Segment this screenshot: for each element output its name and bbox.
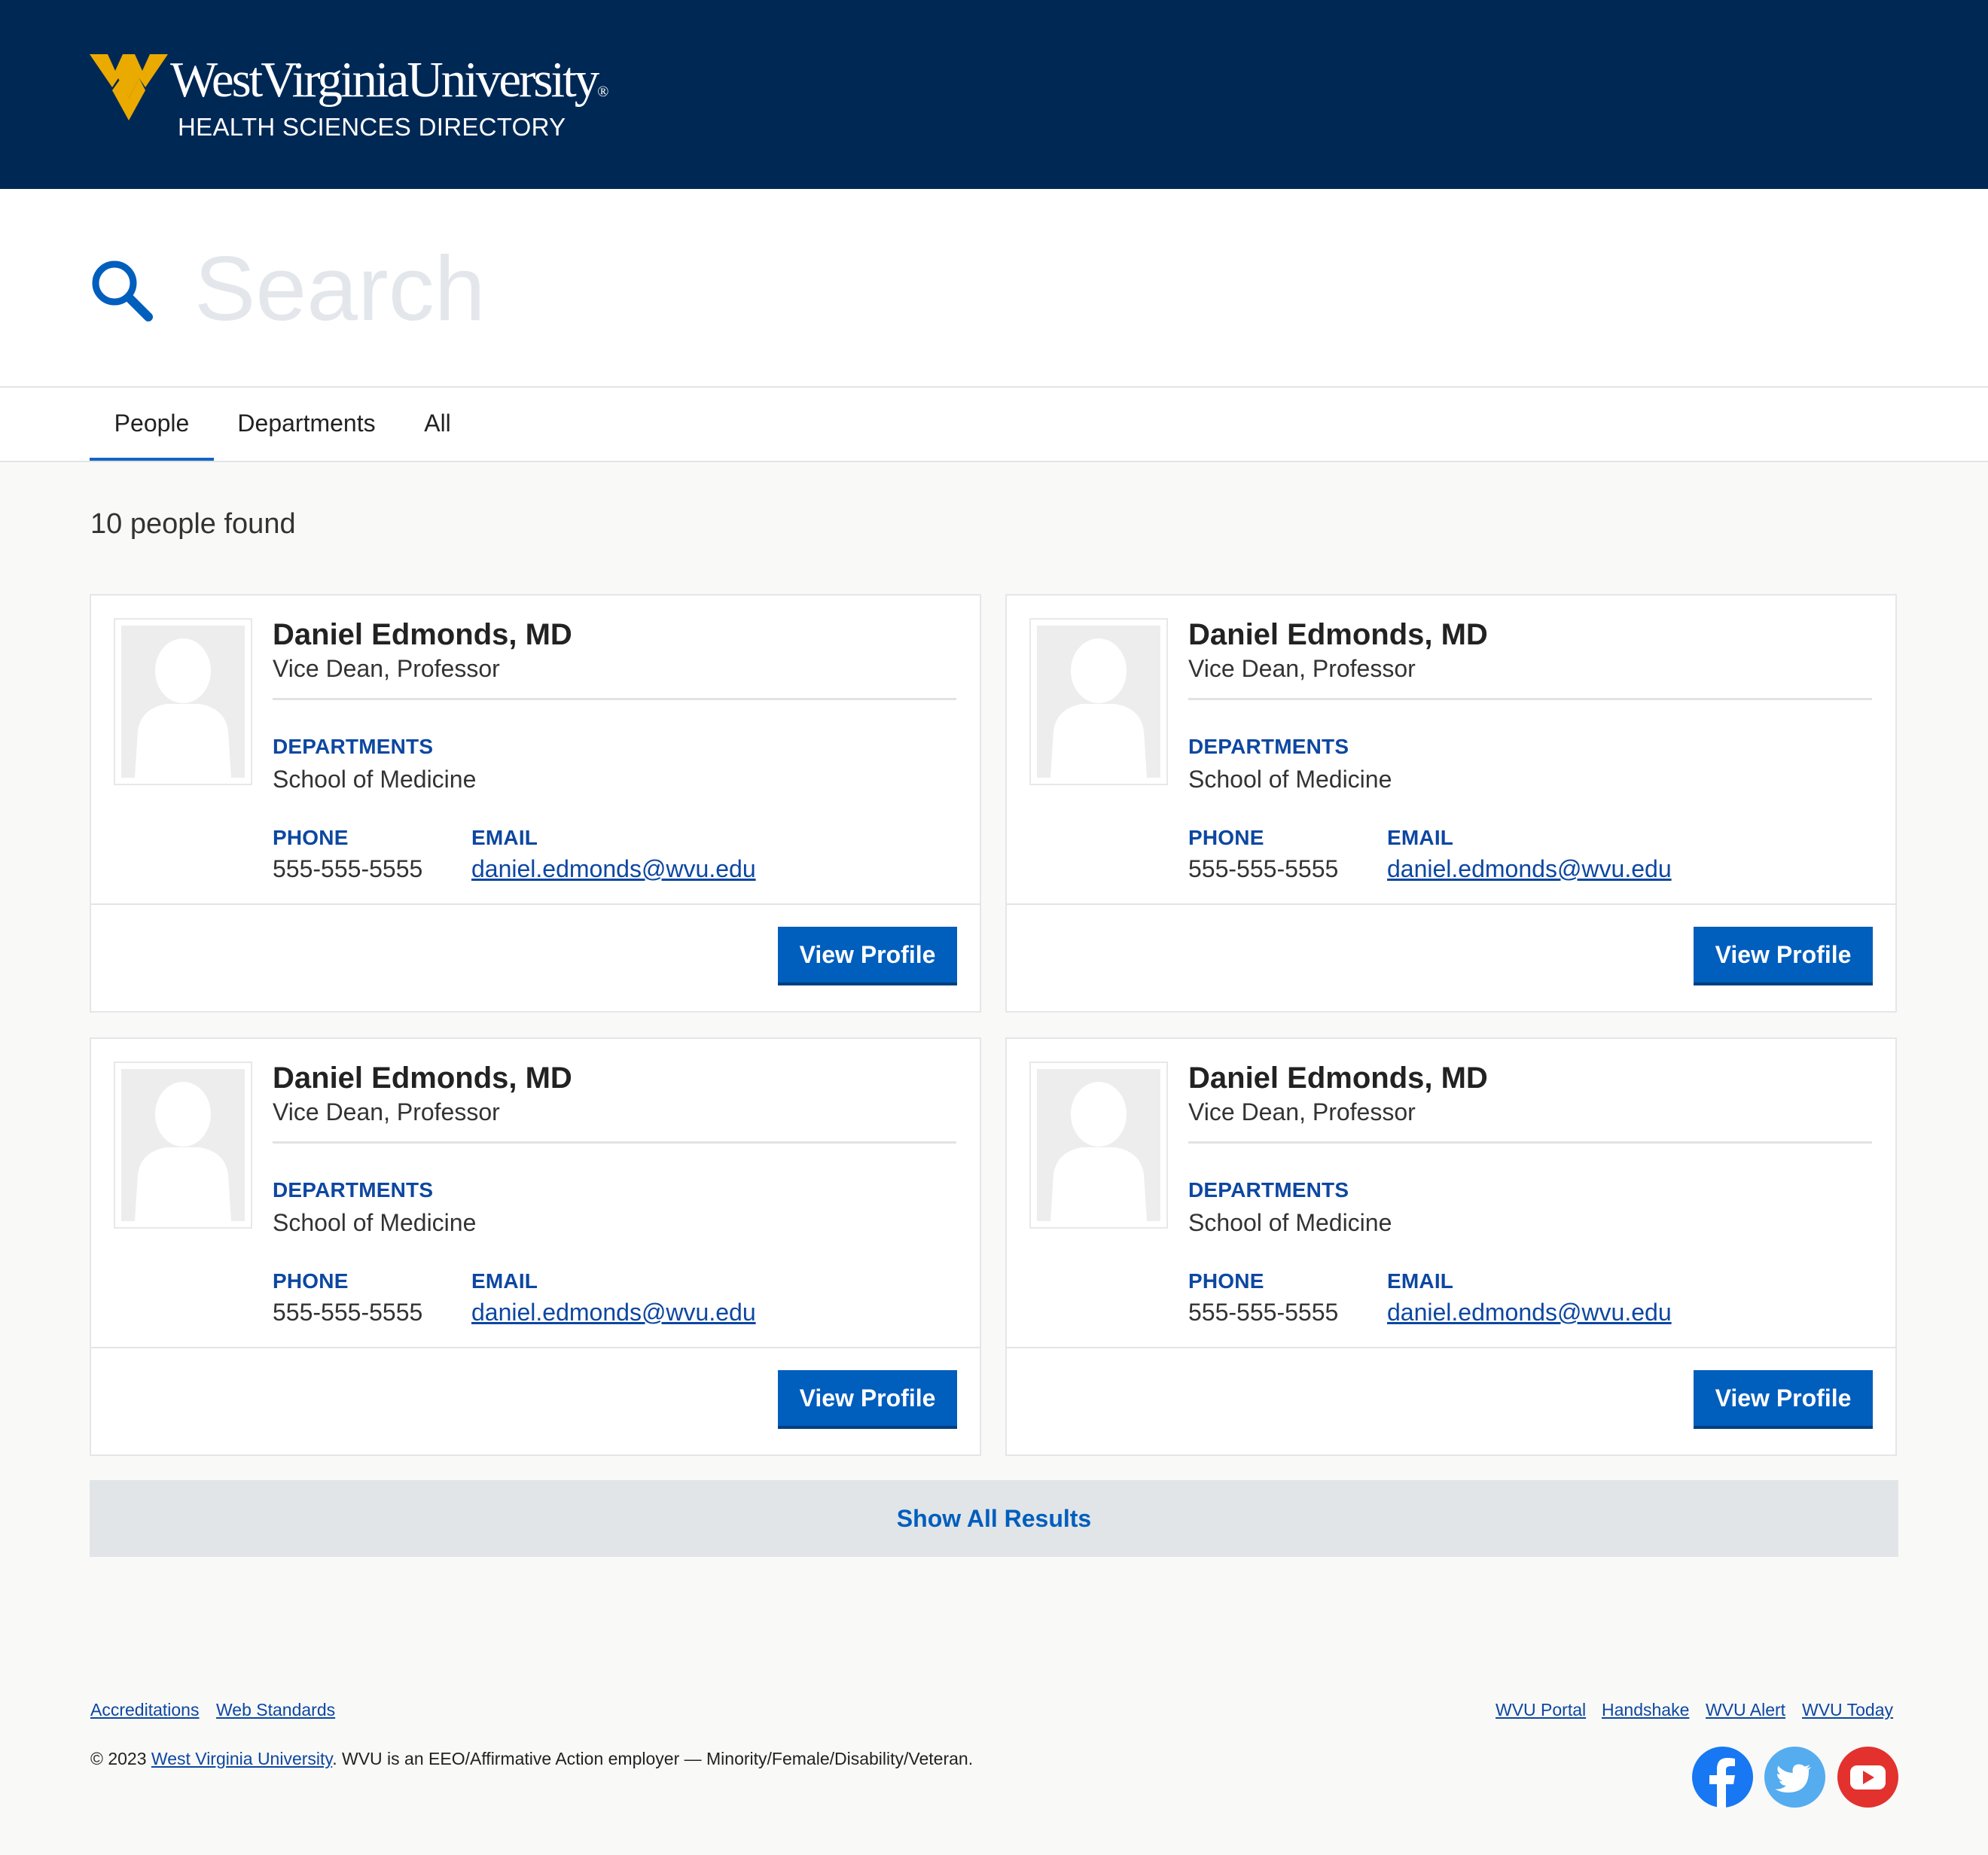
avatar-placeholder bbox=[1031, 620, 1166, 784]
view-profile-button[interactable]: View Profile bbox=[1694, 1370, 1873, 1429]
search-area bbox=[0, 189, 1988, 388]
search-input[interactable] bbox=[194, 236, 1851, 341]
department-value: School of Medicine bbox=[273, 1209, 477, 1236]
youtube-link[interactable] bbox=[1837, 1747, 1898, 1808]
departments-label: DEPARTMENTS bbox=[1188, 735, 1349, 758]
email-link[interactable]: daniel.edmonds@wvu.edu bbox=[1387, 855, 1672, 883]
person-title: Vice Dean, Professor bbox=[273, 1098, 500, 1125]
card-divider bbox=[1188, 1141, 1872, 1144]
copyright-text: © 2023 West Virginia University. WVU is … bbox=[90, 1749, 974, 1768]
avatar-placeholder bbox=[115, 1063, 251, 1227]
phone-label: PHONE bbox=[1188, 826, 1264, 849]
email-label: EMAIL bbox=[471, 826, 538, 849]
view-profile-button[interactable]: View Profile bbox=[778, 1370, 957, 1429]
email-link[interactable]: daniel.edmonds@wvu.edu bbox=[1387, 1299, 1672, 1327]
card-divider bbox=[1188, 698, 1872, 700]
footer-link-handshake[interactable]: Handshake bbox=[1602, 1700, 1689, 1720]
wvu-logo[interactable]: WestVirginiaUniversity® HEALTH SCIENCES … bbox=[90, 45, 608, 143]
person-name[interactable]: Daniel Edmonds, MD bbox=[273, 618, 572, 652]
tab-people[interactable]: People bbox=[90, 388, 214, 461]
person-silhouette-icon bbox=[1037, 1069, 1160, 1221]
footer-link-wvu-today[interactable]: WVU Today bbox=[1802, 1700, 1893, 1720]
person-silhouette-icon bbox=[121, 1069, 245, 1221]
person-title: Vice Dean, Professor bbox=[1188, 655, 1416, 682]
departments-label: DEPARTMENTS bbox=[1188, 1178, 1349, 1202]
university-wordmark: WestVirginiaUniversity® bbox=[170, 52, 609, 108]
departments-label: DEPARTMENTS bbox=[273, 735, 434, 758]
copyright-university-link[interactable]: West Virginia University bbox=[151, 1749, 332, 1768]
flying-wv-icon bbox=[90, 54, 168, 120]
twitter-icon bbox=[1764, 1747, 1825, 1808]
directory-title: HEALTH SCIENCES DIRECTORY bbox=[178, 113, 566, 141]
avatar-placeholder bbox=[1031, 1063, 1166, 1227]
footer-link-accreditations[interactable]: Accreditations bbox=[90, 1700, 199, 1720]
view-profile-button[interactable]: View Profile bbox=[1694, 927, 1873, 985]
show-all-results-button[interactable]: Show All Results bbox=[90, 1480, 1898, 1557]
card-footer-divider bbox=[91, 1347, 980, 1348]
person-title: Vice Dean, Professor bbox=[273, 655, 500, 682]
card-footer-divider bbox=[1007, 903, 1895, 905]
footer-link-wvu-alert[interactable]: WVU Alert bbox=[1706, 1700, 1785, 1720]
youtube-icon bbox=[1837, 1747, 1898, 1808]
phone-value: 555-555-5555 bbox=[1188, 1299, 1339, 1326]
email-label: EMAIL bbox=[1387, 1269, 1454, 1293]
results-count: 10 people found bbox=[90, 508, 296, 540]
department-value: School of Medicine bbox=[1188, 1209, 1392, 1236]
tab-departments[interactable]: Departments bbox=[224, 388, 389, 461]
person-title: Vice Dean, Professor bbox=[1188, 1098, 1416, 1125]
phone-label: PHONE bbox=[273, 1269, 349, 1293]
card-footer-divider bbox=[91, 903, 980, 905]
footer-link-wvu-portal[interactable]: WVU Portal bbox=[1496, 1700, 1586, 1720]
person-name[interactable]: Daniel Edmonds, MD bbox=[273, 1062, 572, 1095]
facebook-link[interactable] bbox=[1692, 1747, 1753, 1808]
avatar-placeholder bbox=[115, 620, 251, 784]
email-link[interactable]: daniel.edmonds@wvu.edu bbox=[471, 855, 756, 883]
search-icon bbox=[92, 260, 153, 321]
phone-value: 555-555-5555 bbox=[273, 1299, 423, 1326]
person-card: Daniel Edmonds, MD Vice Dean, Professor … bbox=[1005, 594, 1897, 1013]
person-name[interactable]: Daniel Edmonds, MD bbox=[1188, 1062, 1488, 1095]
person-silhouette-icon bbox=[121, 626, 245, 778]
results-tabs: People Departments All bbox=[0, 388, 1988, 462]
phone-value: 555-555-5555 bbox=[273, 855, 423, 882]
card-divider bbox=[273, 1141, 956, 1144]
tab-all[interactable]: All bbox=[411, 388, 464, 461]
facebook-icon bbox=[1692, 1747, 1753, 1808]
twitter-link[interactable] bbox=[1764, 1747, 1825, 1808]
email-label: EMAIL bbox=[471, 1269, 538, 1293]
card-footer-divider bbox=[1007, 1347, 1895, 1348]
department-value: School of Medicine bbox=[1188, 766, 1392, 793]
email-label: EMAIL bbox=[1387, 826, 1454, 849]
footer-link-web-standards[interactable]: Web Standards bbox=[216, 1700, 335, 1720]
phone-value: 555-555-5555 bbox=[1188, 855, 1339, 882]
phone-label: PHONE bbox=[273, 826, 349, 849]
department-value: School of Medicine bbox=[273, 766, 477, 793]
departments-label: DEPARTMENTS bbox=[273, 1178, 434, 1202]
person-card: Daniel Edmonds, MD Vice Dean, Professor … bbox=[90, 1037, 981, 1456]
person-card: Daniel Edmonds, MD Vice Dean, Professor … bbox=[1005, 1037, 1897, 1456]
person-card: Daniel Edmonds, MD Vice Dean, Professor … bbox=[90, 594, 981, 1013]
card-divider bbox=[273, 698, 956, 700]
phone-label: PHONE bbox=[1188, 1269, 1264, 1293]
site-header: WestVirginiaUniversity® HEALTH SCIENCES … bbox=[0, 0, 1988, 189]
view-profile-button[interactable]: View Profile bbox=[778, 927, 957, 985]
email-link[interactable]: daniel.edmonds@wvu.edu bbox=[471, 1299, 756, 1327]
person-name[interactable]: Daniel Edmonds, MD bbox=[1188, 618, 1488, 652]
person-silhouette-icon bbox=[1037, 626, 1160, 778]
